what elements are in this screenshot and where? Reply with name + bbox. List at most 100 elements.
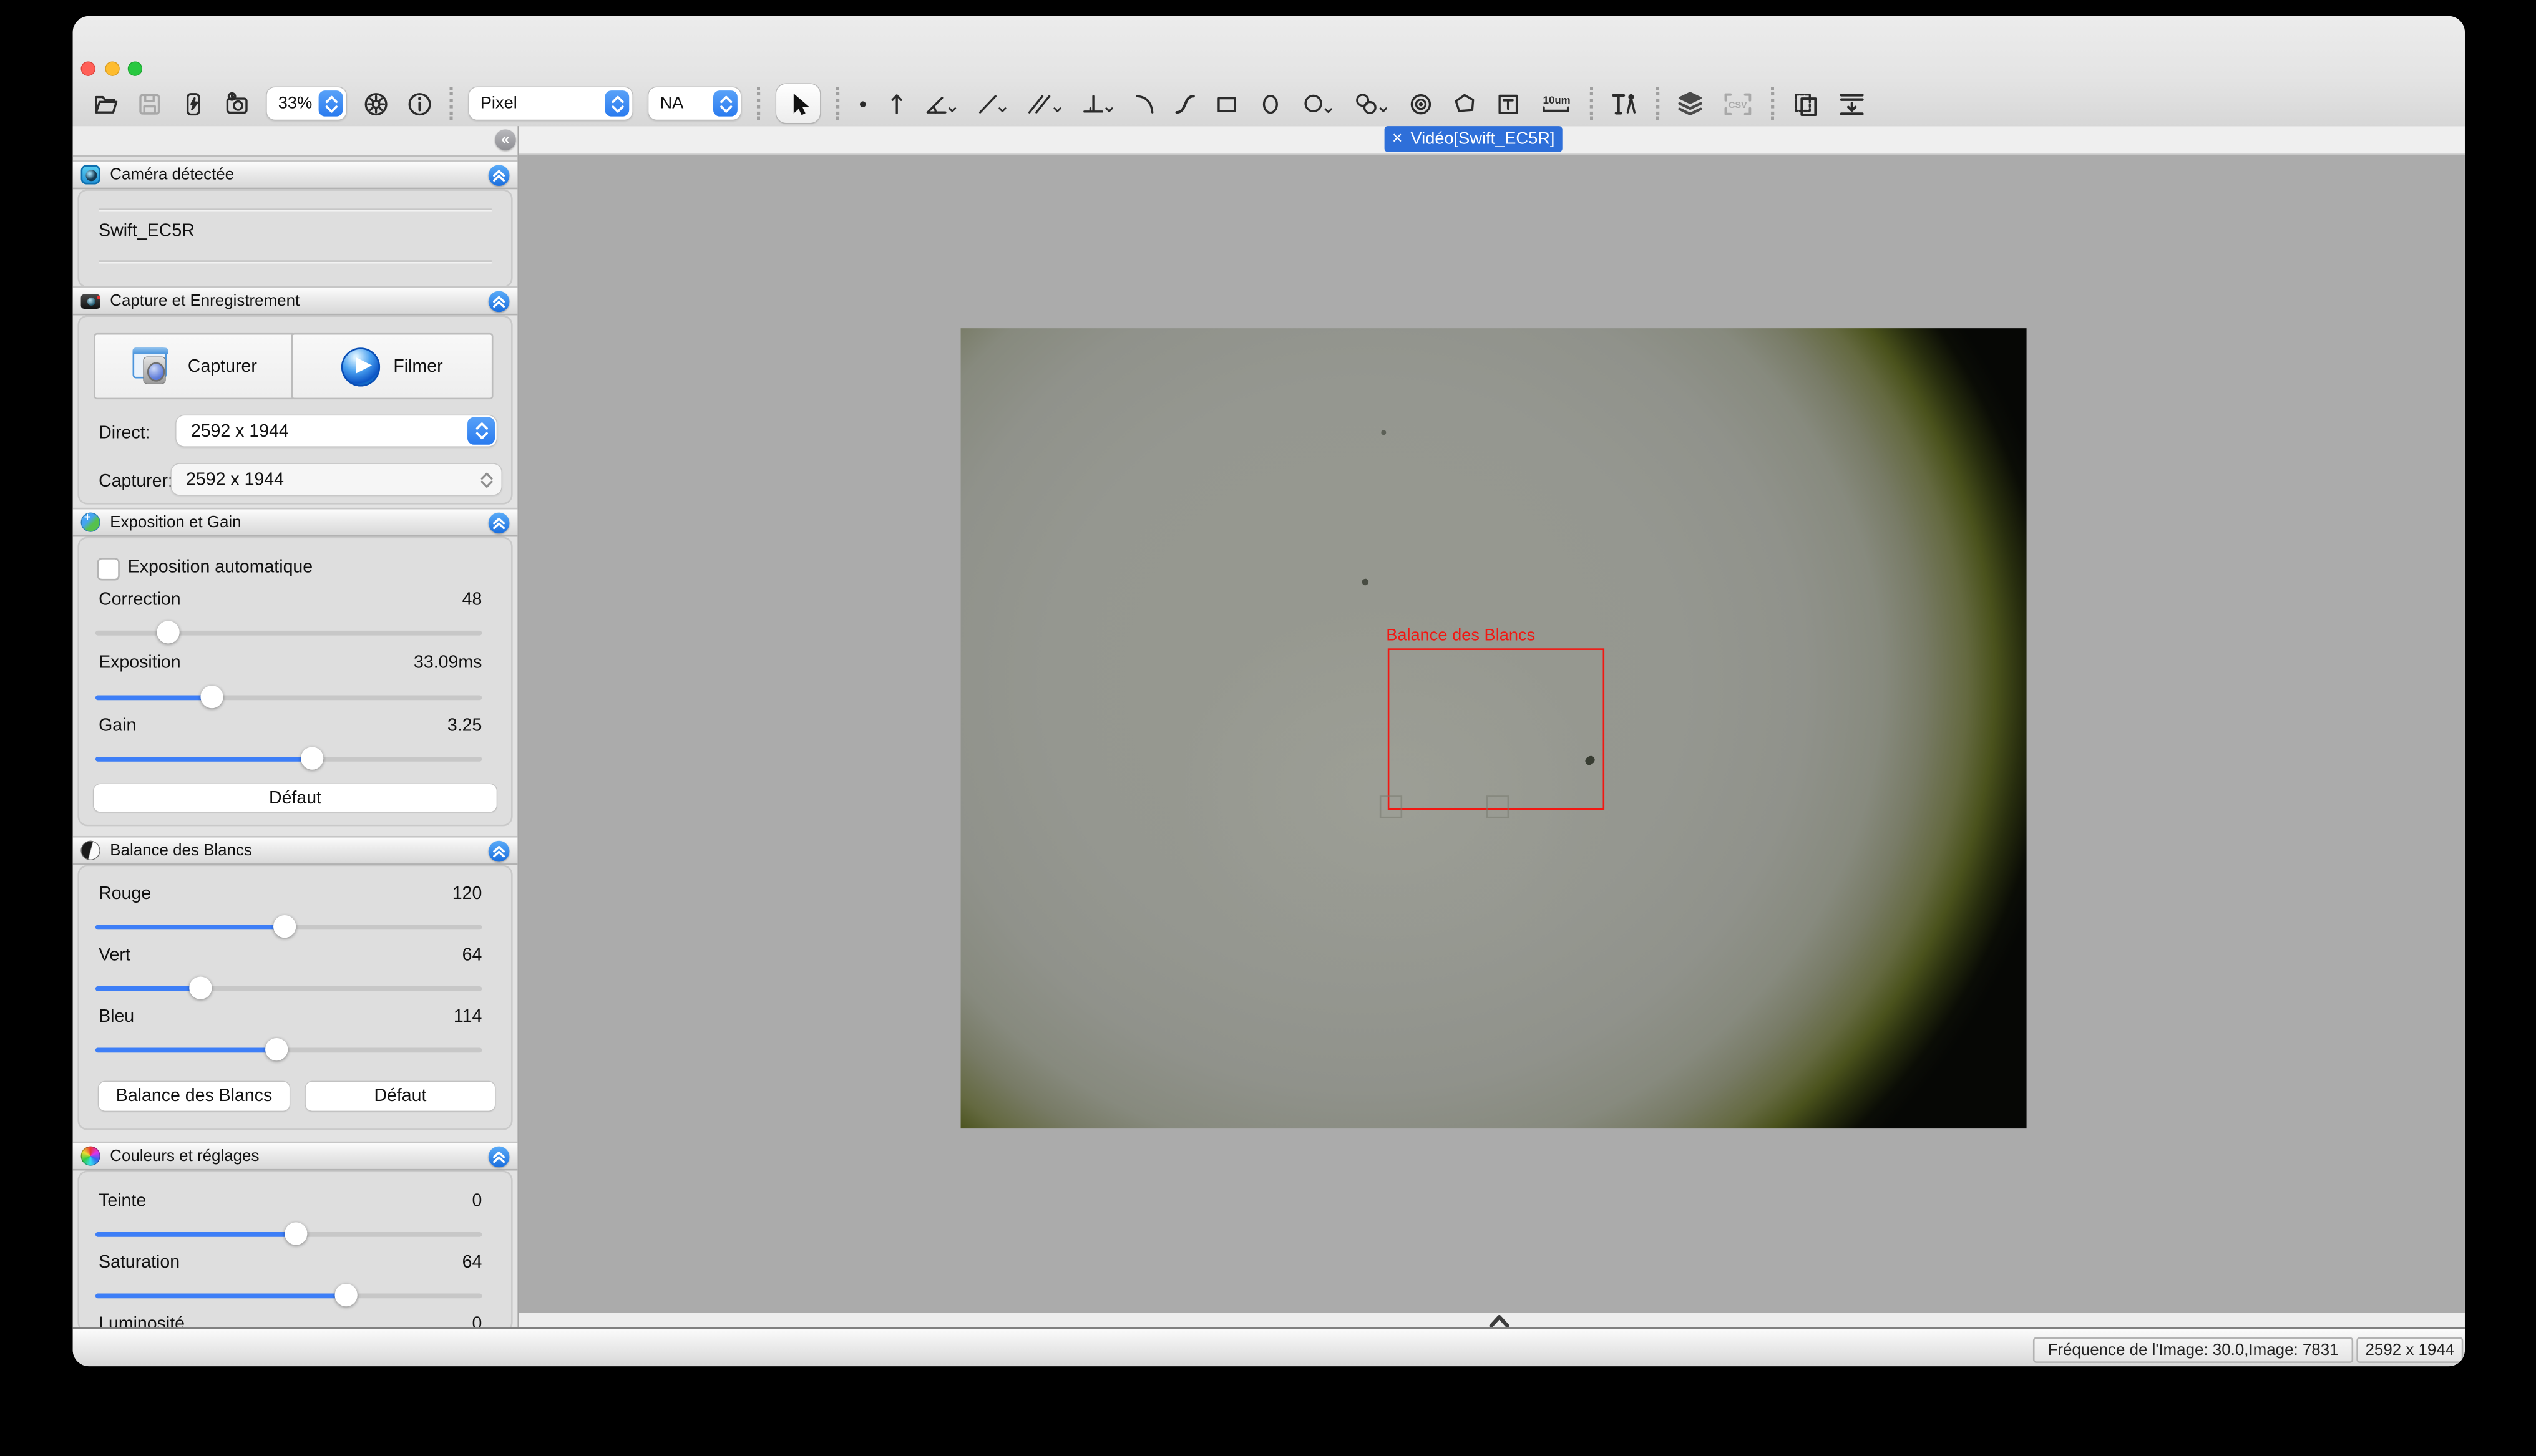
two-circles-tool-icon[interactable] bbox=[1352, 87, 1391, 120]
slider-label: Rouge bbox=[99, 885, 151, 904]
red-slider[interactable] bbox=[95, 915, 482, 938]
record-video-button[interactable]: Filmer bbox=[291, 333, 494, 399]
unit-select[interactable]: Pixel bbox=[469, 87, 633, 120]
gain-slider[interactable] bbox=[95, 747, 482, 769]
unit-value: Pixel bbox=[469, 94, 605, 113]
ellipse-tool-icon[interactable] bbox=[1257, 87, 1284, 120]
slider-thumb[interactable] bbox=[157, 621, 180, 643]
live-resolution-select[interactable]: 2592 x 1944 bbox=[177, 415, 497, 446]
expand-bottom-panel-chevron-icon[interactable] bbox=[1485, 1313, 1514, 1329]
time-lapse-capture-icon[interactable] bbox=[223, 87, 251, 120]
auto-exposure-checkbox[interactable] bbox=[97, 558, 120, 580]
zoom-level-select[interactable]: 33% bbox=[267, 87, 346, 120]
dust-speck bbox=[1381, 430, 1386, 434]
live-resolution-value: 2592 x 1944 bbox=[177, 421, 468, 440]
polygon-tool-icon[interactable] bbox=[1451, 87, 1478, 120]
stepper-icon bbox=[319, 90, 343, 116]
point-tool-icon[interactable] bbox=[856, 87, 870, 120]
copy-icon[interactable] bbox=[1790, 87, 1821, 120]
snap-resolution-select[interactable]: 2592 x 1944 bbox=[172, 464, 502, 495]
white-balance-roi-rect[interactable] bbox=[1388, 648, 1604, 810]
collapse-section-button[interactable] bbox=[489, 290, 510, 311]
parallel-lines-tool-icon[interactable] bbox=[1025, 87, 1064, 120]
perpendicular-tool-icon[interactable] bbox=[1080, 87, 1116, 120]
angle-tool-icon[interactable] bbox=[924, 87, 959, 120]
section-title: Capture et Enregistrement bbox=[110, 292, 300, 310]
rectangle-tool-icon[interactable] bbox=[1213, 87, 1241, 120]
slider-value: 0 bbox=[472, 1191, 482, 1211]
csv-export-icon[interactable]: CSV bbox=[1721, 87, 1755, 120]
live-video-view: Balance des Blancs bbox=[961, 328, 2027, 1128]
slider-label: Bleu bbox=[99, 1007, 134, 1027]
slider-thumb[interactable] bbox=[335, 1284, 358, 1306]
bottom-panel-strip bbox=[519, 1313, 2465, 1329]
text-tool-icon[interactable] bbox=[1495, 87, 1522, 120]
camera-device-name[interactable]: Swift_EC5R bbox=[99, 221, 195, 241]
collapse-section-button[interactable] bbox=[489, 1145, 510, 1167]
collapse-section-button[interactable] bbox=[489, 840, 510, 861]
tab-label: Vidéo[Swift_EC5R] bbox=[1410, 129, 1554, 148]
section-header-colors: Couleurs et réglages bbox=[73, 1142, 518, 1171]
toolbar-separator bbox=[1590, 87, 1593, 120]
settings-gear-icon[interactable] bbox=[363, 87, 390, 120]
saturation-slider[interactable] bbox=[95, 1284, 482, 1306]
desktop: 33% Pixel NA bbox=[0, 0, 2536, 1456]
capture-photo-button[interactable]: Capturer bbox=[94, 333, 296, 399]
exposure-slider[interactable] bbox=[95, 686, 482, 708]
hue-slider[interactable] bbox=[95, 1222, 482, 1245]
white-balance-default-button[interactable]: Défaut bbox=[306, 1082, 495, 1111]
minimize-window-button[interactable] bbox=[104, 61, 119, 75]
collapse-section-button[interactable] bbox=[489, 512, 510, 533]
slider-thumb[interactable] bbox=[273, 915, 296, 938]
slider-thumb[interactable] bbox=[301, 747, 323, 769]
video-tab[interactable]: × Vidéo[Swift_EC5R] bbox=[1385, 125, 1563, 152]
stepper-icon bbox=[480, 472, 494, 488]
slider-value: 3.25 bbox=[447, 716, 482, 735]
scale-bar-tool-icon[interactable]: 10um bbox=[1538, 87, 1574, 120]
curve-tool-icon[interactable] bbox=[1173, 87, 1197, 120]
close-window-button[interactable] bbox=[81, 61, 95, 75]
info-icon[interactable] bbox=[406, 87, 434, 120]
camera-list-panel: Swift_EC5R bbox=[77, 189, 512, 288]
green-slider[interactable] bbox=[95, 976, 482, 999]
layers-icon[interactable] bbox=[1675, 87, 1705, 120]
pointer-tool-button[interactable] bbox=[776, 84, 820, 123]
objective-na-select[interactable]: NA bbox=[648, 87, 741, 120]
slider-thumb[interactable] bbox=[200, 686, 223, 708]
slider-thumb[interactable] bbox=[285, 1222, 308, 1245]
slider-value: 64 bbox=[462, 946, 482, 965]
stepper-icon bbox=[467, 417, 495, 445]
save-icon[interactable] bbox=[136, 87, 163, 120]
arc-tool-icon[interactable] bbox=[1132, 87, 1156, 120]
annulus-tool-icon[interactable] bbox=[1407, 87, 1435, 120]
slider-label: Saturation bbox=[99, 1253, 180, 1273]
roi-handle[interactable] bbox=[1380, 795, 1402, 818]
slider-value: 64 bbox=[462, 1253, 482, 1273]
capture-panel: Capturer Filmer Direct: 2592 x 1944 Capt… bbox=[77, 315, 512, 504]
sidebar-collapse-button[interactable]: « bbox=[495, 129, 516, 150]
exposure-default-button[interactable]: Défaut bbox=[94, 784, 496, 812]
section-header-capture: Capture et Enregistrement bbox=[73, 286, 518, 316]
slider-value: 33.09ms bbox=[414, 653, 482, 672]
measurement-settings-icon[interactable] bbox=[1609, 87, 1640, 120]
zoom-window-button[interactable] bbox=[128, 61, 142, 75]
record-video-label: Filmer bbox=[393, 357, 442, 376]
arrow-tool-icon[interactable] bbox=[886, 87, 907, 120]
slider-value: 114 bbox=[454, 1007, 482, 1027]
roi-handle[interactable] bbox=[1486, 795, 1509, 818]
white-balance-button[interactable]: Balance des Blancs bbox=[99, 1082, 290, 1111]
line-tool-icon[interactable] bbox=[975, 87, 1009, 120]
export-image-icon[interactable] bbox=[1837, 87, 1866, 120]
tab-close-icon[interactable]: × bbox=[1392, 129, 1403, 148]
blue-slider[interactable] bbox=[95, 1038, 482, 1060]
quick-record-icon[interactable] bbox=[180, 87, 207, 120]
circle-tool-icon[interactable] bbox=[1300, 87, 1336, 120]
svg-text:CSV: CSV bbox=[1729, 100, 1747, 110]
section-header-white-balance: Balance des Blancs bbox=[73, 836, 518, 865]
svg-text:10um: 10um bbox=[1543, 94, 1571, 105]
correction-slider[interactable] bbox=[95, 621, 482, 643]
slider-thumb[interactable] bbox=[188, 976, 211, 999]
collapse-section-button[interactable] bbox=[489, 164, 510, 185]
slider-thumb[interactable] bbox=[266, 1038, 288, 1060]
open-file-icon[interactable] bbox=[92, 87, 120, 120]
